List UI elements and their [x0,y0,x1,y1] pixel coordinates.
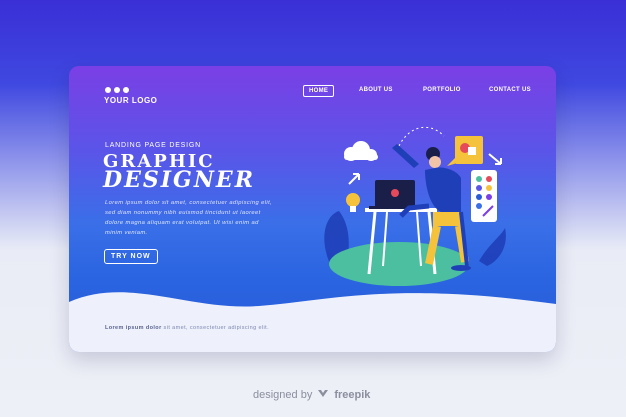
watermark-prefix: designed by [253,388,313,401]
watermark: designed by freepik [253,386,370,403]
freepik-logo-icon [316,386,330,403]
watermark-brand[interactable]: freepik [334,389,370,401]
footer-text: Lorem ipsum dolor sit amet, consectetuer… [105,325,269,331]
bottom-wave [69,292,556,352]
footer-text-rest: sit amet, consectetuer adipiscing elit. [163,325,270,331]
footer-text-bold: Lorem ipsum dolor [105,325,162,331]
landing-page-card: YOUR LOGO HOME ABOUT US PORTFOLIO CONTAC… [69,66,556,352]
